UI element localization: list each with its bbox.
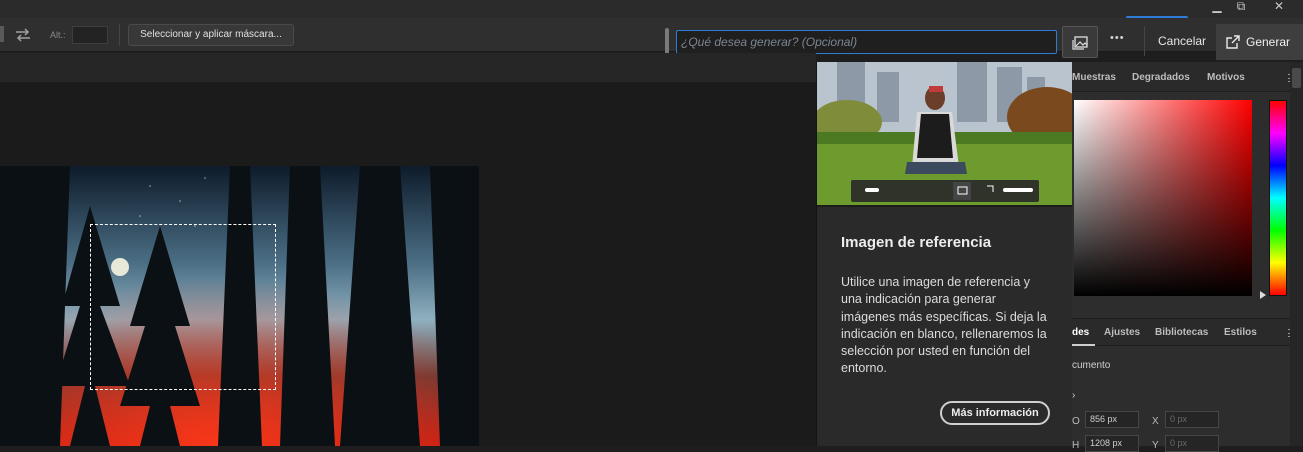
popup-body: Utilice una imagen de referencia y una i… (841, 275, 1047, 376)
y-input[interactable]: 0 px (1165, 435, 1219, 452)
hue-slider[interactable] (1269, 100, 1287, 296)
divider (1144, 26, 1145, 56)
select-and-mask-button[interactable]: Seleccionar y aplicar máscara... (128, 24, 294, 46)
reference-image-button[interactable] (1062, 26, 1098, 58)
tab-adjustments[interactable]: Ajustes (1104, 327, 1140, 338)
document-tab-strip (0, 53, 816, 82)
reference-preview-image (817, 62, 1073, 207)
restore-button[interactable]: ⧉ (1224, 0, 1258, 18)
right-panel: Muestras Degradados Motivos des Ajustes … (1072, 62, 1303, 452)
prompt-bar-handle[interactable] (665, 28, 669, 56)
popup-title: Imagen de referencia (841, 234, 992, 251)
options-bar: Alt.: Seleccionar y aplicar máscara... ¿… (0, 18, 1303, 60)
height-input[interactable]: 1208 px (1085, 435, 1139, 452)
tab-libraries[interactable]: Bibliotecas (1155, 327, 1208, 338)
title-bar: ▁ ⧉ ✕ (0, 0, 1303, 19)
cancel-button[interactable]: Cancelar (1158, 34, 1206, 48)
prompt-input[interactable]: ¿Qué desea generar? (Opcional) (676, 30, 1057, 54)
more-options-button[interactable]: ••• (1110, 32, 1125, 44)
tab-patterns[interactable]: Motivos (1207, 72, 1245, 83)
generate-button[interactable]: Generar (1216, 24, 1303, 60)
reference-image-icon (1072, 36, 1088, 50)
tab-styles[interactable]: Estilos (1224, 327, 1257, 338)
width-label: O (1072, 416, 1080, 427)
height-input[interactable] (72, 26, 108, 44)
active-tab-indicator (1072, 344, 1095, 346)
divider (119, 24, 120, 46)
canvas-image[interactable] (0, 166, 479, 446)
more-info-button[interactable]: Más información (940, 401, 1050, 425)
generate-label: Generar (1246, 35, 1291, 49)
color-picker-field[interactable] (1074, 100, 1252, 296)
panel-scrollbar[interactable] (1290, 62, 1303, 446)
divider (817, 205, 1073, 207)
bar-edge (0, 26, 4, 42)
x-label: X (1152, 416, 1159, 427)
tab-properties[interactable]: des (1072, 327, 1089, 338)
tab-swatches[interactable]: Muestras (1072, 72, 1116, 83)
width-input[interactable]: 856 px (1085, 411, 1139, 428)
hue-slider-handle[interactable] (1260, 291, 1266, 299)
swap-arrows-icon[interactable] (14, 27, 32, 43)
reference-image-popup: Imagen de referencia Utilice una imagen … (816, 62, 1073, 446)
tab-gradients[interactable]: Degradados (1132, 72, 1190, 83)
x-input[interactable]: 0 px (1165, 411, 1219, 428)
document-section-label: cumento (1072, 360, 1111, 371)
close-button[interactable]: ✕ (1262, 0, 1296, 18)
generate-icon (1226, 35, 1240, 49)
marquee-selection[interactable] (90, 224, 276, 390)
height-label: Alt.: (50, 30, 66, 40)
collapse-arrow-icon[interactable]: › (1072, 390, 1075, 401)
